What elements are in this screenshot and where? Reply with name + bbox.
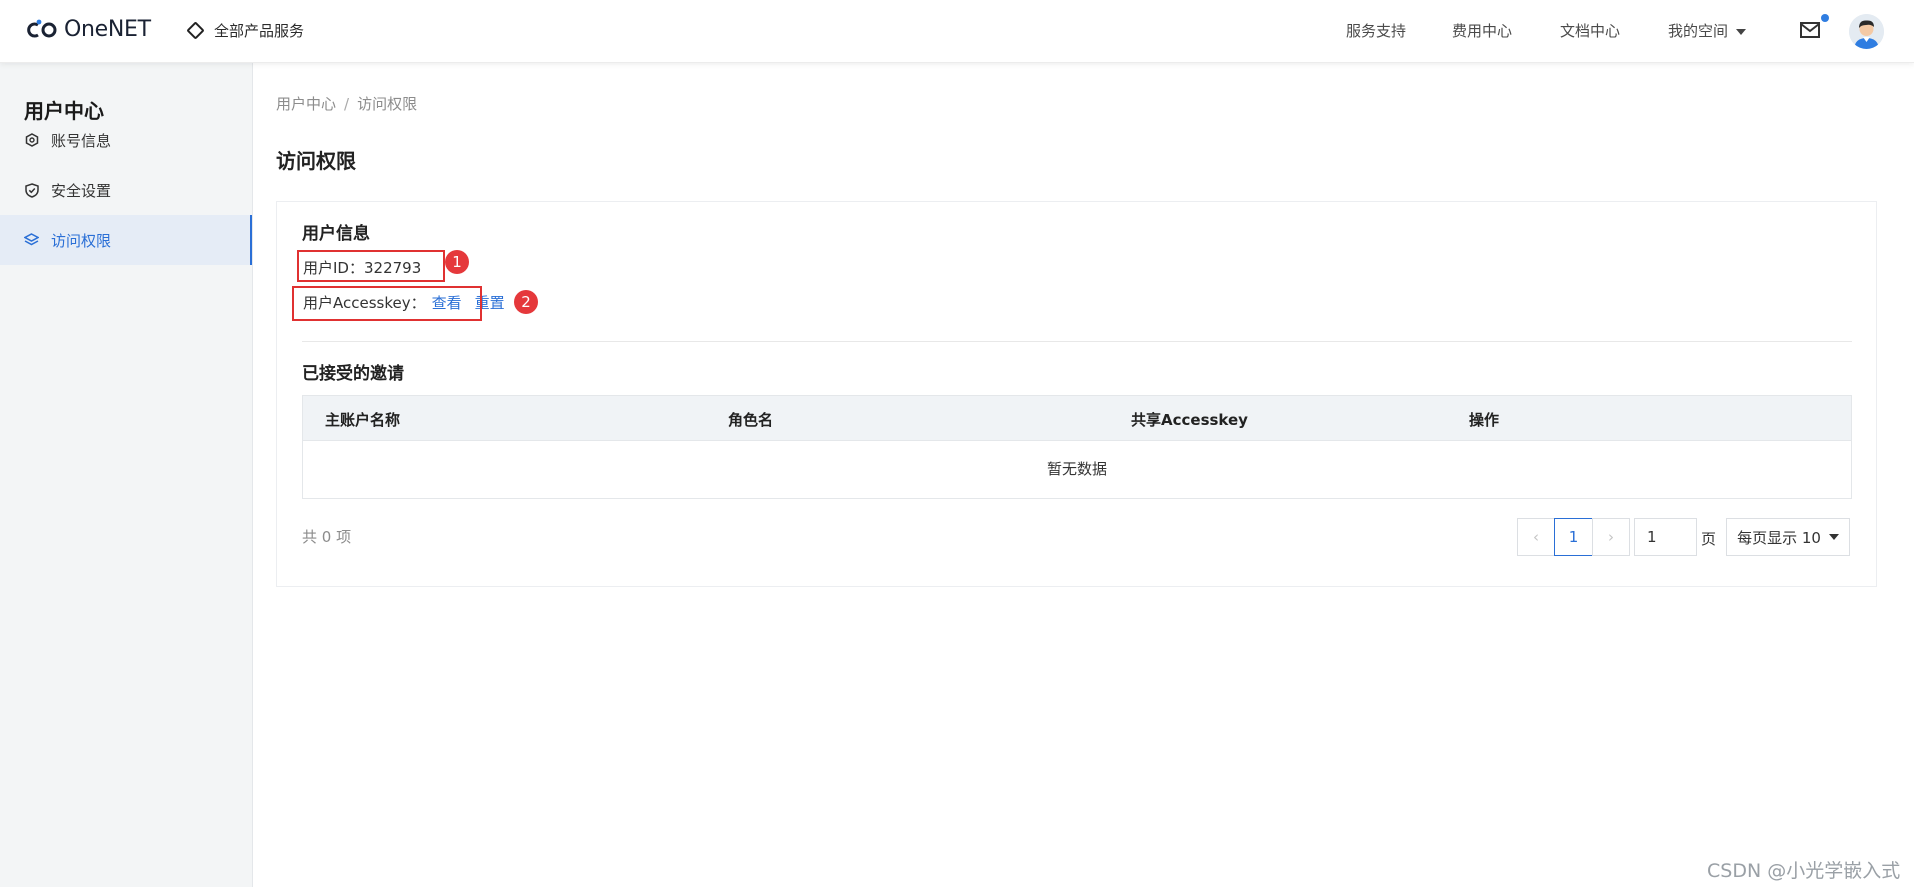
nav-my-space-label: 我的空间 — [1668, 22, 1729, 40]
annotation-box-1 — [297, 250, 445, 282]
breadcrumb-separator: / — [344, 95, 350, 113]
invitations-title: 已接受的邀请 — [302, 364, 404, 384]
hexagon-icon — [24, 133, 39, 148]
page-title: 访问权限 — [276, 149, 356, 173]
next-page-button[interactable]: › — [1592, 518, 1630, 556]
column-header-role-name: 角色名 — [728, 411, 774, 429]
watermark: CSDN @小光学嵌入式 — [1707, 860, 1901, 882]
page-size-label: 每页显示 10 — [1737, 528, 1821, 547]
annotation-badge-2: 2 — [514, 290, 538, 314]
layers-icon — [24, 233, 39, 248]
breadcrumb: 用户中心 / 访问权限 — [276, 93, 417, 114]
nav-billing-center[interactable]: 费用中心 — [1452, 20, 1512, 41]
empty-state: 暂无数据 — [1046, 460, 1107, 478]
shield-icon — [24, 182, 39, 198]
caret-down-icon — [1736, 28, 1747, 35]
page-size-select[interactable]: 每页显示 10 — [1726, 518, 1850, 556]
sidebar-item-account-info[interactable]: 账号信息 — [0, 115, 252, 165]
total-count: 共 0 项 — [302, 528, 352, 546]
user-avatar[interactable] — [1849, 14, 1884, 49]
all-products-label: 全部产品服务 — [214, 22, 305, 40]
sidebar-item-label: 访问权限 — [51, 231, 112, 250]
logo-text: OneNET — [64, 17, 151, 42]
nav-service-support[interactable]: 服务支持 — [1346, 20, 1406, 41]
section-divider — [302, 341, 1852, 342]
sidebar: 用户中心 账号信息 安全设置 访问权限 — [0, 63, 253, 887]
user-info-title: 用户信息 — [302, 224, 370, 244]
table-header: 主账户名称 角色名 共享Accesskey 操作 — [303, 396, 1851, 441]
invitations-table: 主账户名称 角色名 共享Accesskey 操作 暂无数据 — [302, 395, 1852, 499]
onenet-logo[interactable]: OneNET — [26, 17, 151, 42]
sidebar-item-label: 安全设置 — [51, 181, 112, 200]
nav-docs-center[interactable]: 文档中心 — [1560, 20, 1620, 41]
top-navbar: OneNET 全部产品服务 服务支持 费用中心 文档中心 我的空间 — [0, 0, 1914, 63]
notification-dot — [1821, 14, 1829, 22]
column-header-shared-accesskey: 共享Accesskey — [1131, 411, 1248, 429]
diamond-icon — [186, 21, 205, 40]
page-1-button[interactable]: 1 — [1554, 518, 1593, 556]
breadcrumb-root[interactable]: 用户中心 — [276, 95, 336, 113]
page-unit-label: 页 — [1701, 530, 1717, 548]
nav-my-space[interactable]: 我的空间 — [1668, 20, 1747, 41]
sidebar-item-label: 账号信息 — [51, 131, 112, 150]
jump-page-input[interactable]: 1 — [1634, 518, 1697, 556]
logo-mark-icon — [27, 19, 57, 37]
sidebar-item-access-permissions[interactable]: 访问权限 — [0, 215, 252, 265]
caret-down-icon — [1828, 534, 1839, 540]
sidebar-item-security[interactable]: 安全设置 — [0, 165, 252, 215]
prev-page-button[interactable]: ‹ — [1517, 518, 1555, 556]
all-products-menu[interactable]: 全部产品服务 — [186, 20, 305, 41]
annotation-box-2 — [292, 286, 482, 321]
column-header-actions: 操作 — [1469, 411, 1500, 429]
column-header-main-account: 主账户名称 — [325, 411, 401, 429]
breadcrumb-current: 访问权限 — [357, 95, 418, 113]
mail-icon[interactable] — [1800, 22, 1820, 38]
access-panel: 用户信息 用户ID： 322793 1 用户Accesskey： 查看 重置 2… — [276, 201, 1877, 587]
annotation-badge-1: 1 — [445, 250, 469, 274]
